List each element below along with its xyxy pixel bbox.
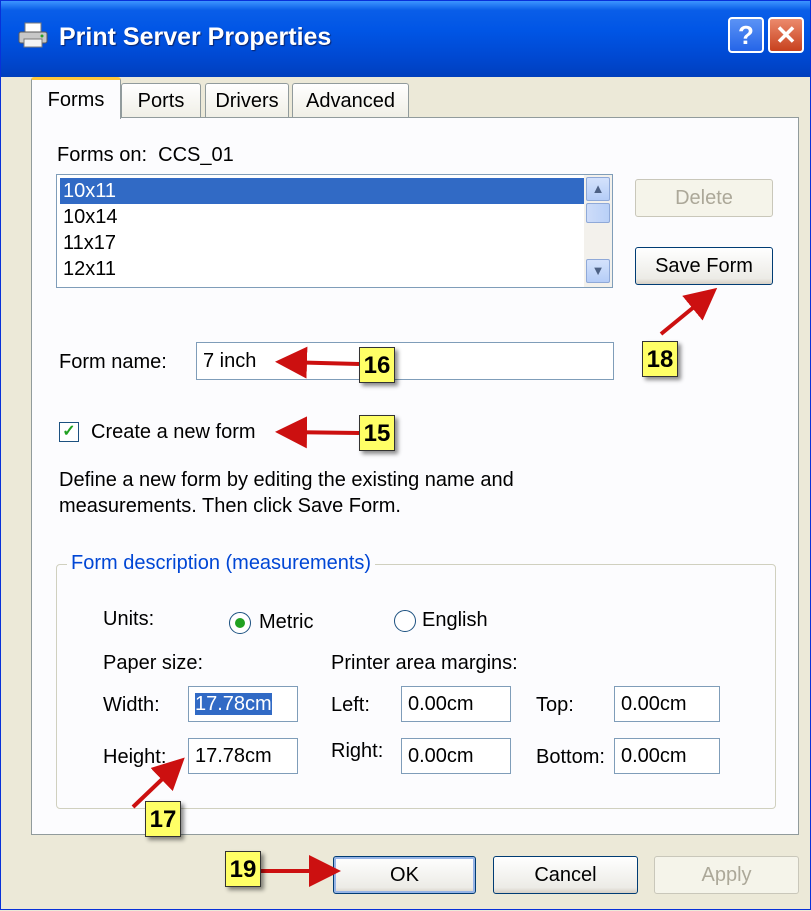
form-description-title: Form description (measurements) xyxy=(67,552,376,575)
list-item[interactable]: 10x14 xyxy=(60,204,584,230)
top-margin-input[interactable]: 0.00cm xyxy=(614,686,720,722)
help-text-line2: measurements. Then click Save Form. xyxy=(59,495,401,517)
delete-button[interactable]: Delete xyxy=(635,179,773,217)
close-x-icon: ✕ xyxy=(775,20,797,50)
left-margin-label: Left: xyxy=(331,694,370,716)
scrollbar-thumb[interactable] xyxy=(586,203,610,223)
radio-dot-icon xyxy=(235,618,245,628)
paper-size-label: Paper size: xyxy=(103,652,204,674)
forms-list-scrollbar[interactable]: ▲ ▼ xyxy=(584,175,612,287)
server-name: CCS_01 xyxy=(158,144,234,166)
annotation-badge-17: 17 xyxy=(145,801,181,837)
title-bar[interactable]: Print Server Properties ? ✕ xyxy=(1,1,810,77)
tab-advanced[interactable]: Advanced xyxy=(292,83,409,117)
annotation-badge-16: 16 xyxy=(359,347,395,383)
form-name-label: Form name: xyxy=(59,351,167,373)
annotation-badge-15: 15 xyxy=(359,415,395,451)
apply-button[interactable]: Apply xyxy=(654,856,799,894)
left-margin-input[interactable]: 0.00cm xyxy=(401,686,511,722)
annotation-badge-19: 19 xyxy=(225,851,261,887)
scroll-up-button[interactable]: ▲ xyxy=(586,177,610,201)
list-item[interactable]: 10x11 xyxy=(60,178,584,204)
checkmark-icon: ✓ xyxy=(62,423,76,440)
units-label: Units: xyxy=(103,608,155,630)
tab-ports[interactable]: Ports xyxy=(121,83,201,117)
create-new-form-checkbox[interactable]: ✓ xyxy=(59,422,79,442)
english-radio[interactable] xyxy=(394,610,416,632)
tab-forms[interactable]: Forms xyxy=(31,77,121,119)
help-text-line1: Define a new form by editing the existin… xyxy=(59,469,514,491)
chevron-up-icon: ▲ xyxy=(591,181,605,196)
create-new-form-label[interactable]: Create a new form xyxy=(91,421,256,444)
cancel-button[interactable]: Cancel xyxy=(493,856,638,894)
close-button[interactable]: ✕ xyxy=(768,17,804,53)
english-label[interactable]: English xyxy=(422,609,488,632)
annotation-badge-18: 18 xyxy=(642,341,678,377)
width-input[interactable]: 17.78cm xyxy=(188,686,298,722)
forms-listbox[interactable]: 10x11 10x14 11x17 12x11 ▲ ▼ xyxy=(56,174,613,288)
chevron-down-icon: ▼ xyxy=(591,263,605,278)
list-item[interactable]: 11x17 xyxy=(60,230,584,256)
print-server-properties-window: Print Server Properties ? ✕ Forms Ports … xyxy=(0,0,811,910)
ok-button[interactable]: OK xyxy=(333,856,476,894)
right-margin-input[interactable]: 0.00cm xyxy=(401,738,511,774)
tab-drivers[interactable]: Drivers xyxy=(205,83,289,117)
forms-on-label: Forms on: CCS_01 xyxy=(57,144,234,166)
printer-icon xyxy=(18,22,48,48)
question-mark-icon: ? xyxy=(738,20,754,50)
list-item[interactable]: 12x11 xyxy=(60,256,584,282)
height-input[interactable]: 17.78cm xyxy=(188,738,298,774)
bottom-margin-input[interactable]: 0.00cm xyxy=(614,738,720,774)
top-margin-label: Top: xyxy=(536,694,574,716)
help-button[interactable]: ? xyxy=(728,17,764,53)
height-label: Height: xyxy=(103,746,167,768)
window-title: Print Server Properties xyxy=(59,23,332,51)
metric-radio[interactable] xyxy=(229,612,251,634)
scroll-down-button[interactable]: ▼ xyxy=(586,259,610,283)
bottom-margin-label: Bottom: xyxy=(536,746,605,768)
right-margin-label: Right: xyxy=(331,740,384,762)
save-form-button[interactable]: Save Form xyxy=(635,247,773,285)
form-name-input[interactable]: 7 inch xyxy=(196,342,614,380)
metric-label[interactable]: Metric xyxy=(259,611,313,634)
width-label: Width: xyxy=(103,694,160,716)
printer-margins-label: Printer area margins: xyxy=(331,652,518,674)
